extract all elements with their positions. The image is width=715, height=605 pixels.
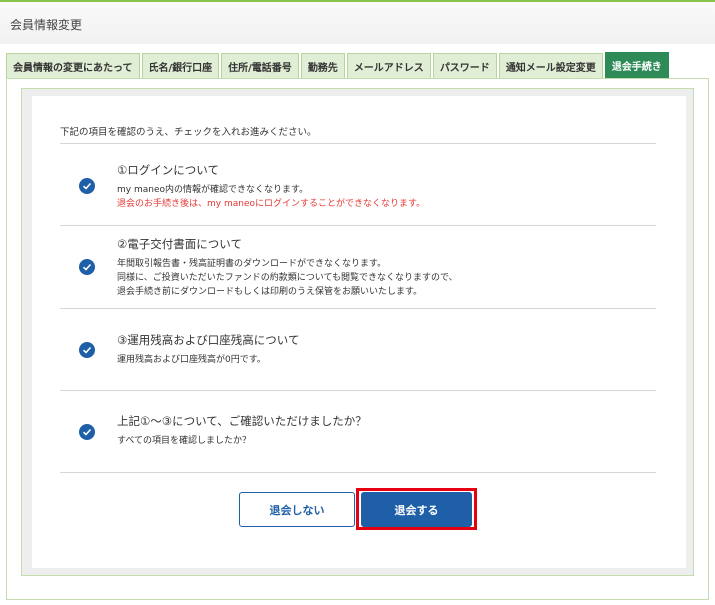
tab-notification-email-settings[interactable]: 通知メール設定変更 [498, 53, 603, 78]
section-warning-text: 退会のお手続き後は、my maneoにログインすることができなくなります。 [117, 199, 426, 209]
page-header: 会員情報変更 [0, 0, 715, 44]
tab-address-phone[interactable]: 住所/電話番号 [221, 53, 299, 78]
check-circle-icon[interactable] [79, 342, 95, 358]
section-title: ②電子交付書面について [117, 237, 242, 251]
section-text: my maneo内の情報が確認できなくなります。 [117, 185, 309, 195]
withdraw-button[interactable]: 退会する [361, 492, 472, 527]
do-not-withdraw-button[interactable]: 退会しない [239, 492, 355, 527]
intro-text: 下記の項目を確認のうえ、チェックを入れお進みください。 [60, 127, 317, 138]
tab-name-bank-account[interactable]: 氏名/銀行口座 [141, 53, 220, 78]
section-title: 上記①～③について、ご確認いただけましたか？ [117, 414, 367, 428]
tab-email-address[interactable]: メールアドレス [346, 53, 431, 78]
section-title: ③運用残高および口座残高について [117, 333, 300, 347]
tab-workplace[interactable]: 勤務先 [300, 53, 345, 78]
section-text: 年間取引報告書・残高証明書のダウンロードができなくなります。 [117, 259, 387, 269]
section-text: すべての項目を確認しましたか？ [117, 436, 252, 446]
page-title: 会員情報変更 [10, 18, 83, 32]
section-title: ①ログインについて [117, 163, 219, 177]
section-text: 同様に、ご投資いただいたファンドの約款類についても閲覧できなくなりますので、 [117, 273, 458, 283]
tab-bar: 会員情報の変更にあたって 氏名/銀行口座 住所/電話番号 勤務先 メールアドレス… [6, 52, 669, 78]
check-circle-icon[interactable] [79, 178, 95, 194]
divider [60, 472, 656, 473]
divider [60, 225, 656, 226]
check-circle-icon[interactable] [79, 424, 95, 440]
divider [60, 308, 656, 309]
section-text: 退会手続き前にダウンロードもしくは印刷のうえ保管をお願いいたします。 [117, 287, 423, 297]
section-text: 運用残高および口座残高が0円です。 [117, 355, 266, 365]
check-circle-icon[interactable] [79, 259, 95, 275]
tab-withdrawal[interactable]: 退会手続き [604, 52, 669, 78]
divider [60, 143, 656, 144]
tab-password[interactable]: パスワード [432, 53, 497, 78]
tab-membership-change-notes[interactable]: 会員情報の変更にあたって [6, 53, 140, 78]
divider [60, 390, 656, 391]
